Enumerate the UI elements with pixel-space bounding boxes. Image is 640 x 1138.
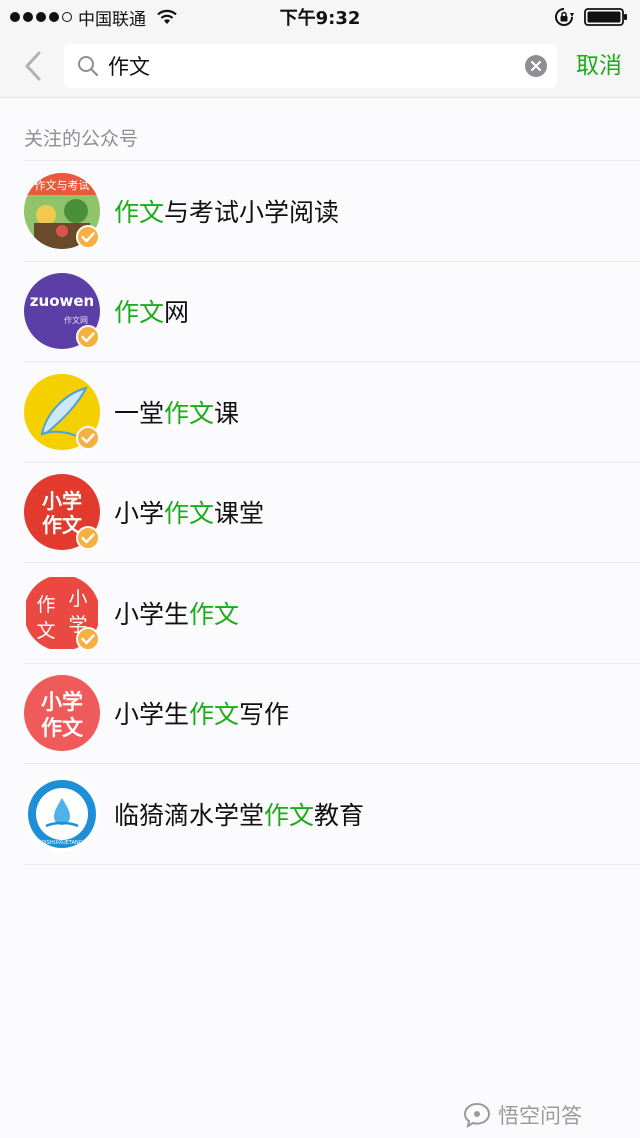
carrier-name: 中国联通 [78, 9, 146, 30]
item-name: 小学生作文 [114, 599, 240, 629]
avatar: DISHUIXUETANG [24, 775, 100, 852]
svg-text:文: 文 [36, 620, 55, 642]
cancel-button[interactable]: 取消 [576, 48, 622, 84]
svg-text:DISHUIXUETANG: DISHUIXUETANG [41, 840, 82, 846]
item-name: 小学作文课堂 [114, 499, 265, 529]
section-title: 关注的公众号 [24, 128, 139, 150]
signal-strength-icon [10, 12, 72, 22]
svg-text:作文: 作文 [41, 715, 84, 740]
back-button[interactable] [18, 48, 48, 84]
svg-text:作文与考试: 作文与考试 [35, 178, 90, 192]
verified-badge-icon [76, 224, 100, 249]
item-name: 小学生作文写作 [114, 700, 290, 730]
item-name: 临猗滴水学堂作文教育 [114, 800, 365, 830]
watermark-text: 悟空问答 [498, 1104, 582, 1128]
watermark: 悟空问答 [462, 1098, 582, 1132]
item-name: 一堂作文课 [114, 398, 240, 428]
svg-text:作: 作 [36, 594, 55, 616]
chevron-left-icon [25, 51, 41, 81]
svg-text:小学: 小学 [42, 489, 82, 513]
battery-icon [584, 8, 627, 26]
list-item[interactable]: 小学 作文 小学生作文写作 [24, 664, 640, 764]
search-input[interactable] [108, 46, 508, 86]
status-bar: 中国联通 下午9:32 [0, 0, 640, 34]
list-item[interactable]: 一堂作文课 [24, 362, 640, 463]
verified-badge-icon [76, 325, 100, 350]
clear-icon[interactable] [525, 55, 547, 77]
list-item[interactable]: 作文与考试 作文与考试小学阅读 [24, 161, 640, 262]
svg-text:小学: 小学 [41, 689, 83, 714]
search-header: 取消 [0, 34, 640, 98]
speech-bubble-icon [463, 1102, 491, 1129]
result-list: 作文与考试 作文与考试小学阅读 zuowen 作文网 作文网 一堂作文课 小学 … [24, 160, 640, 865]
search-box[interactable] [64, 44, 557, 88]
search-icon [78, 56, 99, 77]
list-item[interactable]: zuowen 作文网 作文网 [24, 262, 640, 362]
verified-badge-icon [76, 526, 100, 551]
item-name: 作文与考试小学阅读 [114, 197, 340, 227]
verified-badge-icon [76, 626, 100, 651]
wifi-icon [157, 9, 177, 24]
list-item[interactable]: DISHUIXUETANG 临猗滴水学堂作文教育 [24, 764, 640, 865]
item-name: 作文网 [114, 298, 190, 328]
list-item[interactable]: 作 文 小 学 小学生作文 [24, 563, 640, 664]
avatar: 小学 作文 [24, 675, 100, 752]
list-item[interactable]: 小学 作文 小学作文课堂 [24, 463, 640, 563]
svg-text:zuowen: zuowen [30, 292, 94, 310]
svg-text:小: 小 [68, 588, 87, 610]
svg-text:作文网: 作文网 [64, 315, 88, 325]
rotation-lock-icon [555, 8, 574, 26]
verified-badge-icon [76, 425, 100, 450]
